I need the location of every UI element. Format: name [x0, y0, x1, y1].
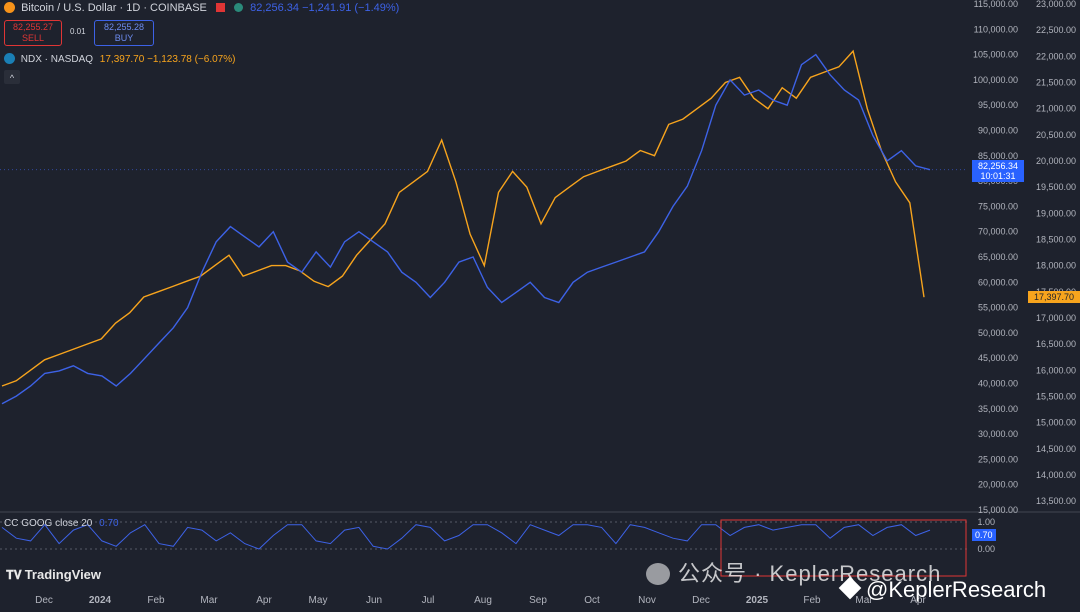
- x-axis-tick: Apr: [256, 595, 272, 606]
- btc-axis-tick: 95,000.00: [978, 100, 1018, 110]
- kepler-watermark: @KeplerResearch: [838, 576, 1047, 603]
- ndx-axis-tick: 16,500.00: [1036, 339, 1076, 349]
- ndx-axis-tick: 14,500.00: [1036, 444, 1076, 454]
- btc-axis-tick: 50,000.00: [978, 328, 1018, 338]
- ndx-axis-tick: 21,000.00: [1036, 104, 1076, 114]
- ndx-axis-tick: 19,500.00: [1036, 182, 1076, 192]
- tradingview-logo: 𝐓𝐕 TradingView: [6, 567, 101, 583]
- x-axis-tick: Feb: [803, 595, 821, 606]
- buy-button[interactable]: 82,255.28 BUY: [94, 20, 154, 46]
- ndx-axis-tick: 14,000.00: [1036, 470, 1076, 480]
- buy-label: BUY: [114, 33, 134, 43]
- x-axis-tick: Sep: [529, 595, 547, 606]
- x-axis-tick: 2024: [89, 595, 112, 606]
- indicator-axis-tick: 1.00: [977, 517, 995, 527]
- indicator-axis-tick: 0.00: [977, 544, 995, 554]
- ndx-axis-tick: 17,000.00: [1036, 313, 1076, 323]
- indicator-value: 0.70: [99, 518, 119, 529]
- ndx-axis-tick: 20,000.00: [1036, 156, 1076, 166]
- collapse-button[interactable]: ^: [4, 70, 20, 84]
- btc-axis-tick: 75,000.00: [978, 201, 1018, 211]
- btc-sub-icon: [234, 3, 244, 12]
- btc-axis-tick: 20,000.00: [978, 480, 1018, 490]
- ndx-axis-tick: 22,000.00: [1036, 51, 1076, 61]
- ndx-axis-tick: 18,500.00: [1036, 234, 1076, 244]
- btc-legend[interactable]: Bitcoin / U.S. Dollar · 1D · COINBASE 82…: [4, 2, 399, 14]
- corr-value-tag: 0.70: [972, 529, 996, 541]
- btc-axis-tick: 60,000.00: [978, 277, 1018, 287]
- x-axis-tick: Feb: [147, 595, 165, 606]
- ndx-axis-tick: 15,000.00: [1036, 418, 1076, 428]
- ndx-axis-tick: 23,000.00: [1036, 0, 1076, 9]
- x-axis-tick: Nov: [638, 595, 656, 606]
- tv-icon: 𝐓𝐕: [6, 568, 22, 582]
- x-axis-tick: 2025: [746, 595, 769, 606]
- ndx-axis-tick: 20,500.00: [1036, 130, 1076, 140]
- btc-price: 82,256.34: [977, 161, 1019, 171]
- nasdaq-icon: [4, 53, 15, 64]
- wechat-icon: [646, 563, 670, 585]
- x-axis-tick: Jun: [366, 595, 382, 606]
- btc-axis-tick: 15,000.00: [978, 505, 1018, 515]
- x-axis-tick: Aug: [474, 595, 492, 606]
- ndx-title: NDX · NASDAQ: [20, 54, 94, 65]
- x-axis-tick: Dec: [35, 595, 53, 606]
- correlation-line: [1, 523, 931, 550]
- btc-series-line: [1, 53, 931, 405]
- ndx-axis-tick: 16,000.00: [1036, 365, 1076, 375]
- chart-canvas[interactable]: 115,000.00 110,000.00 105,000.00 100,000.00…: [0, 0, 1080, 612]
- x-axis-tick: May: [309, 595, 328, 606]
- bitcoin-icon: [4, 2, 15, 13]
- btc-axis-tick: 55,000.00: [978, 303, 1018, 313]
- x-axis-tick: Mar: [200, 595, 218, 606]
- x-axis-tick: Oct: [584, 595, 600, 606]
- btc-axis-tick: 45,000.00: [978, 353, 1018, 363]
- ndx-axis-tick: 19,000.00: [1036, 208, 1076, 218]
- btc-axis-tick: 110,000.00: [974, 24, 1018, 34]
- btc-axis-tick: 65,000.00: [978, 252, 1018, 262]
- ndx-quote: 17,397.70 −1,123.78 (−6.07%): [99, 54, 236, 65]
- ndx-series-line: [1, 49, 925, 387]
- ndx-axis-tick: 22,500.00: [1036, 25, 1076, 35]
- ndx-axis-tick: 13,500.00: [1036, 496, 1076, 506]
- btc-axis-tick: 105,000.00: [973, 50, 1018, 60]
- x-axis-tick: Jul: [422, 595, 435, 606]
- indicator-label: CC GOOG close 20: [4, 518, 93, 529]
- btc-axis-tick: 30,000.00: [978, 429, 1018, 439]
- btc-axis-tick: 35,000.00: [978, 404, 1018, 414]
- ndx-axis-tick: 21,500.00: [1036, 77, 1076, 87]
- sell-button[interactable]: 82,255.27 SELL: [4, 20, 62, 46]
- ndx-price-tag: 17,397.70: [1028, 291, 1080, 303]
- ndx-axis-tick: 15,500.00: [1036, 391, 1076, 401]
- ndx-legend[interactable]: NDX · NASDAQ 17,397.70 −1,123.78 (−6.07%…: [4, 53, 235, 65]
- tv-wordmark: TradingView: [24, 567, 102, 582]
- kepler-handle: @KeplerResearch: [866, 577, 1047, 602]
- btc-axis-tick: 90,000.00: [978, 126, 1018, 136]
- btc-axis-tick: 40,000.00: [978, 379, 1018, 389]
- x-axis-tick: Dec: [692, 595, 710, 606]
- spread: 0.01: [70, 27, 86, 36]
- btc-axis-tick: 115,000.00: [974, 0, 1018, 9]
- btc-timer: 10:01:31: [980, 171, 1016, 181]
- ndx-axis-tick: 18,000.00: [1036, 261, 1076, 271]
- binance-icon: [838, 576, 862, 600]
- btc-price-tag: 82,256.34 10:01:31: [972, 160, 1024, 182]
- btc-axis-tick: 25,000.00: [978, 454, 1018, 464]
- sell-label: SELL: [21, 33, 45, 43]
- sell-price: 82,255.27: [12, 22, 54, 32]
- indicator-legend[interactable]: CC GOOG close 20 0.70: [4, 518, 119, 529]
- btc-quote: 82,256.34 −1,241.91 (−1.49%): [250, 2, 400, 14]
- buy-price: 82,255.28: [103, 22, 145, 32]
- btc-title: Bitcoin / U.S. Dollar · 1D · COINBASE: [21, 2, 207, 14]
- btc-axis-tick: 70,000.00: [978, 227, 1018, 237]
- btc-axis-tick: 100,000.00: [973, 75, 1018, 85]
- flag-icon: [215, 3, 225, 12]
